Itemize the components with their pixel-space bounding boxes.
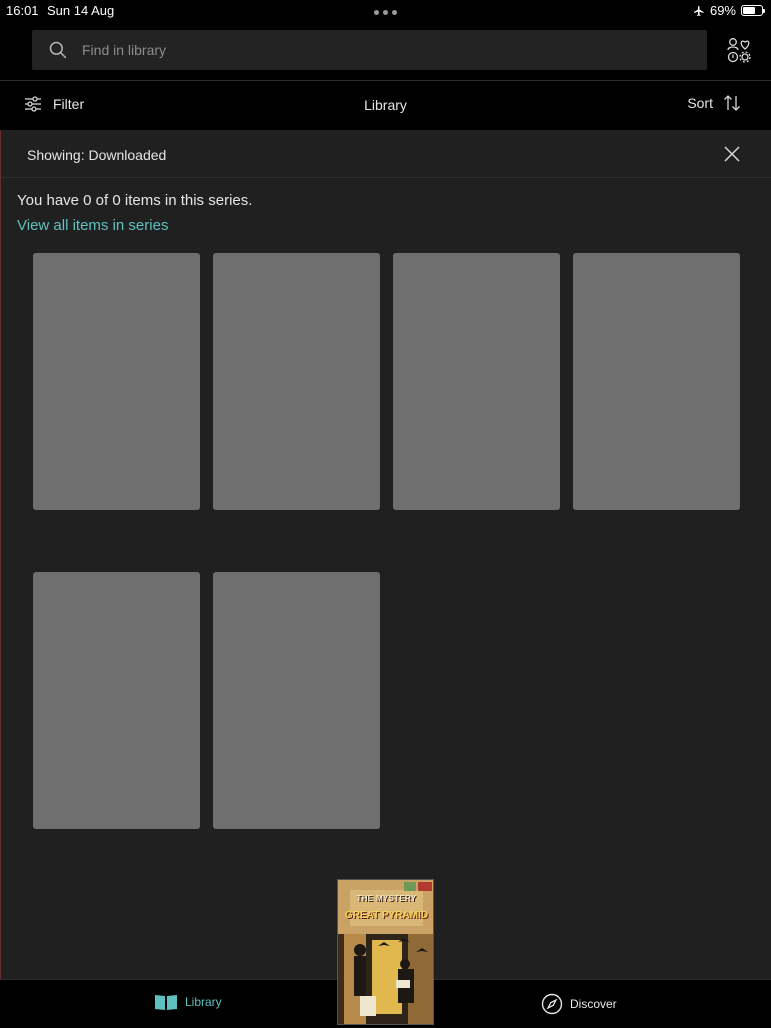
view-all-series-link[interactable]: View all items in series — [17, 217, 168, 234]
sort-button[interactable]: Sort — [687, 94, 741, 112]
library-content: Showing: Downloaded You have 0 of 0 item… — [1, 130, 771, 979]
battery-fill — [743, 7, 756, 14]
kindle-library-screen: 16:01 Sun 14 Aug 69% Find in library Fil… — [0, 0, 771, 1028]
book-placeholder-tile[interactable] — [393, 253, 560, 510]
filter-label: Filter — [53, 96, 85, 112]
cover-title-line-1: THE MYSTERY — [356, 894, 417, 903]
library-toolbar: Filter Library Sort — [0, 80, 771, 130]
series-count-text: You have 0 of 0 items in this series. — [17, 192, 253, 209]
account-icon[interactable] — [726, 37, 752, 63]
status-bar: 16:01 Sun 14 Aug 69% — [0, 0, 771, 24]
nav-discover[interactable]: Discover — [541, 993, 617, 1015]
filter-banner: Showing: Downloaded — [1, 130, 771, 178]
now-reading-cover[interactable]: THE MYSTERY GREAT PYRAMID — [337, 879, 434, 1025]
multitasking-dots-icon[interactable] — [374, 10, 398, 16]
search-icon — [49, 41, 67, 59]
book-placeholder-tile[interactable] — [33, 253, 200, 510]
book-icon — [155, 995, 177, 1010]
airplane-icon — [693, 5, 704, 16]
filter-banner-label: Showing: Downloaded — [27, 147, 167, 163]
battery-icon — [741, 5, 765, 16]
nav-discover-label: Discover — [570, 997, 617, 1011]
search-input[interactable] — [82, 42, 662, 58]
book-grid — [33, 253, 740, 833]
search-row — [0, 24, 771, 80]
status-right: 69% — [693, 3, 765, 18]
sort-label: Sort — [687, 95, 713, 111]
search-box[interactable] — [32, 30, 707, 70]
nav-library[interactable]: Library — [154, 993, 222, 1011]
close-icon[interactable] — [723, 145, 741, 163]
nav-library-label: Library — [185, 995, 222, 1009]
sort-arrows-icon — [724, 95, 740, 111]
book-placeholder-tile[interactable] — [213, 253, 380, 510]
battery-percent: 69% — [709, 3, 736, 18]
status-time: 16:01 — [6, 3, 39, 18]
book-placeholder-tile[interactable] — [213, 572, 380, 829]
book-placeholder-tile[interactable] — [33, 572, 200, 829]
status-date: Sun 14 Aug — [47, 3, 115, 18]
filter-sliders-icon — [25, 96, 41, 112]
filter-button[interactable]: Filter — [24, 95, 84, 113]
book-placeholder-tile[interactable] — [573, 253, 740, 510]
cover-title-line-2: GREAT PYRAMID — [344, 910, 429, 921]
compass-icon — [541, 993, 563, 1015]
page-title: Library — [364, 97, 407, 113]
